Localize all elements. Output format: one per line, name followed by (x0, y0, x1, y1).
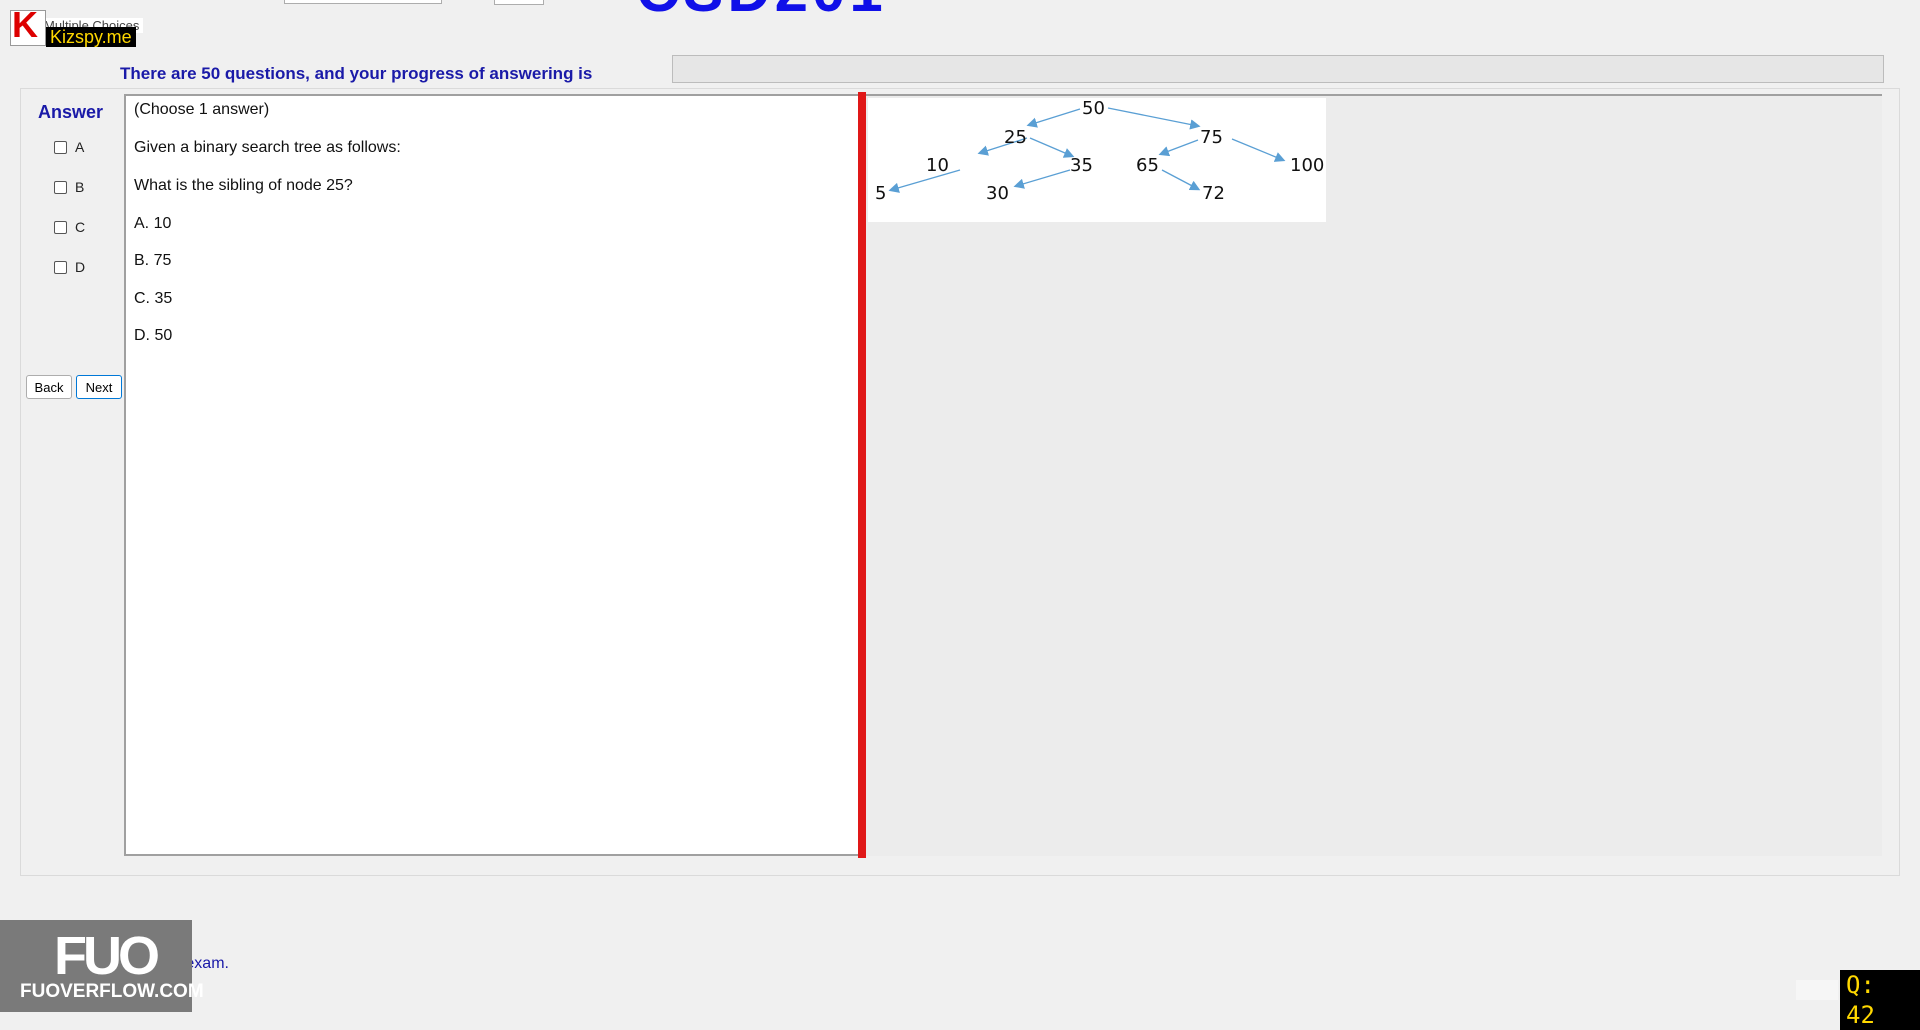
choice-d: D. 50 (134, 327, 173, 344)
option-c-checkbox[interactable] (54, 220, 67, 234)
answer-label: Answer (38, 102, 104, 122)
node-25: 25 (1004, 127, 1027, 148)
edge-50-25 (1026, 108, 1081, 128)
option-b-checkbox[interactable] (54, 180, 67, 194)
option-b-label: B (75, 179, 85, 195)
node-5: 5 (875, 183, 886, 204)
choice-b: B. 75 (134, 252, 172, 269)
node-50: 50 (1082, 98, 1105, 119)
option-d-checkbox[interactable] (54, 260, 67, 274)
progress-label: There are 50 questions, and your progres… (120, 64, 593, 83)
edge-75-100 (1231, 138, 1286, 162)
fuo-logo: FUO (54, 926, 160, 986)
edge-75-65 (1158, 139, 1199, 157)
option-b[interactable]: B (54, 179, 84, 195)
choice-a: A. 10 (134, 215, 172, 232)
top-dropdown[interactable] (284, 0, 442, 4)
node-35: 35 (1070, 155, 1093, 176)
panel-splitter[interactable] (858, 92, 866, 858)
node-100: 100 (1290, 155, 1324, 176)
option-c[interactable]: C (54, 219, 85, 235)
question-panel (124, 94, 858, 856)
back-button[interactable]: Back (26, 375, 72, 399)
progress-bar (672, 55, 1884, 83)
node-72: 72 (1202, 183, 1225, 204)
watermark-k-letter: K (12, 4, 38, 45)
exam-code-title: CSD201 (636, 0, 887, 12)
question-instruction: (Choose 1 answer) (134, 101, 270, 118)
fuo-site-label: FUOVERFLOW.COM (20, 981, 204, 1002)
edge-50-75 (1107, 107, 1201, 130)
option-d-label: D (75, 259, 86, 275)
choice-c: C. 35 (134, 290, 173, 307)
question-number-badge: Q: 42 (1840, 970, 1920, 1030)
edge-65-72 (1161, 169, 1201, 191)
question-prompt: What is the sibling of node 25? (134, 177, 353, 194)
node-75: 75 (1200, 127, 1223, 148)
edge-25-35 (1029, 137, 1075, 158)
option-a-checkbox[interactable] (54, 140, 67, 154)
status-field (1796, 980, 1838, 1000)
question-stem: Given a binary search tree as follows: (134, 139, 401, 156)
option-a-label: A (75, 139, 85, 155)
option-c-label: C (75, 219, 86, 235)
node-65: 65 (1136, 155, 1159, 176)
option-d[interactable]: D (54, 259, 85, 275)
node-30: 30 (986, 183, 1009, 204)
top-small-input[interactable] (494, 0, 544, 5)
bst-diagram: 50 25 75 10 35 65 100 5 30 72 (868, 98, 1326, 222)
watermark-site-label: Kizspy.me (46, 27, 136, 47)
next-button[interactable]: Next (76, 375, 122, 399)
node-10: 10 (926, 155, 949, 176)
edge-35-30 (1013, 169, 1071, 189)
option-a[interactable]: A (54, 139, 84, 155)
